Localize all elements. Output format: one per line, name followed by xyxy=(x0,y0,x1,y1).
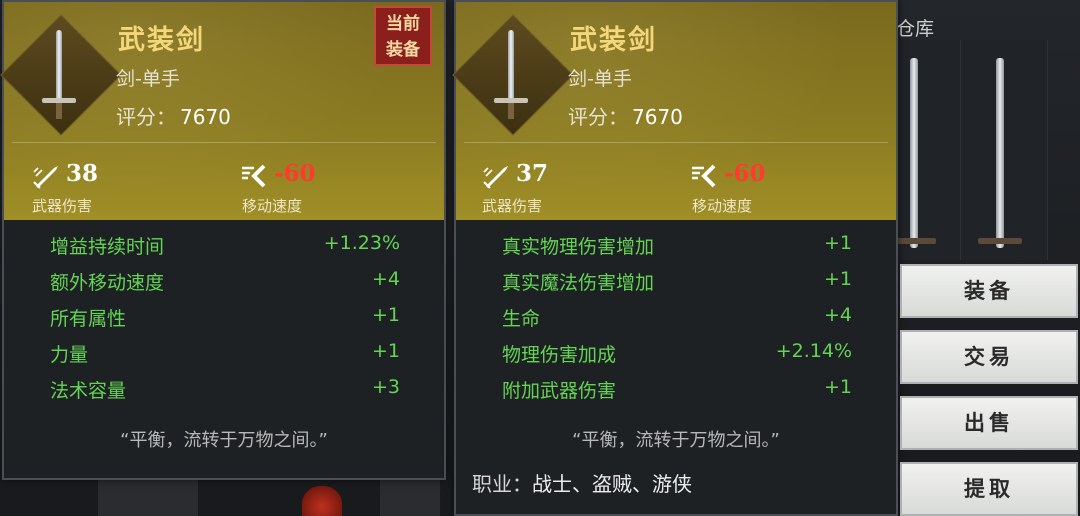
item-score: 评分： 7670 xyxy=(568,105,683,129)
sword-icon xyxy=(42,30,76,122)
sell-button[interactable]: 出售 xyxy=(900,396,1078,450)
flavor-text: “平衡，流转于万物之间。” xyxy=(572,430,780,451)
item-score: 评分： 7670 xyxy=(116,105,231,129)
item-name: 武装剑 xyxy=(118,25,205,56)
storage-tab-label[interactable]: 仓库 xyxy=(896,14,934,41)
equip-button[interactable]: 装备 xyxy=(900,264,1078,318)
tooltip-header: 武装剑 剑-单手 评分： 7670 37 武器伤害 -60 移动速度 xyxy=(452,2,896,220)
attribute-row: 真实物理伤害增加 +1 xyxy=(502,232,852,258)
divider xyxy=(464,142,888,143)
attribute-row: 法术容量 +3 xyxy=(50,376,400,402)
equipped-item-tooltip: 武装剑 剑-单手 评分：7670 当前 装备 38 武器伤害 -60 移动速度 xyxy=(0,0,446,480)
compared-item-tooltip: 武装剑 剑-单手 评分： 7670 37 武器伤害 -60 移动速度 真实物理伤害… xyxy=(452,0,898,516)
attribute-row: 所有属性 +1 xyxy=(50,304,400,330)
current-equipped-badge: 当前 装备 xyxy=(374,6,432,66)
withdraw-button[interactable]: 提取 xyxy=(900,462,1078,516)
trade-button[interactable]: 交易 xyxy=(900,330,1078,384)
attribute-row: 真实魔法伤害增加 +1 xyxy=(502,268,852,294)
inventory-sword-guard xyxy=(978,238,1022,244)
sword-damage-icon xyxy=(33,166,58,189)
attribute-row: 额外移动速度 +4 xyxy=(50,268,400,294)
move-speed-icon xyxy=(692,164,716,188)
inventory-sword-guard xyxy=(892,238,936,244)
item-type: 剑-单手 xyxy=(116,68,180,90)
attribute-row: 附加武器伤害 +1 xyxy=(502,376,852,402)
inventory-slot[interactable] xyxy=(98,478,198,516)
inventory-slot[interactable] xyxy=(960,40,1048,260)
attribute-row: 力量 +1 xyxy=(50,340,400,366)
attribute-row: 增益持续时间 +1.23% xyxy=(50,232,400,258)
move-speed-icon xyxy=(242,164,266,188)
item-type: 剑-单手 xyxy=(568,68,632,90)
attribute-row: 生命 +4 xyxy=(502,304,852,330)
item-name: 武装剑 xyxy=(570,25,657,56)
tooltip-header: 武装剑 剑-单手 评分： 7670 当前 装备 38 武器伤害 -60 移动速度 xyxy=(0,2,444,220)
potion-icon xyxy=(302,486,342,516)
inventory-slot[interactable] xyxy=(380,478,440,516)
class-requirement: 职业：战士、盗贼、游侠 xyxy=(472,472,692,496)
inventory-sword-icon xyxy=(910,58,918,248)
sword-icon xyxy=(494,30,528,122)
attribute-row: 物理伤害加成 +2.14% xyxy=(502,340,852,366)
divider xyxy=(12,142,436,143)
inventory-sword-icon xyxy=(996,58,1004,248)
flavor-text: “平衡，流转于万物之间。” xyxy=(120,430,328,451)
sword-damage-icon xyxy=(483,166,508,189)
